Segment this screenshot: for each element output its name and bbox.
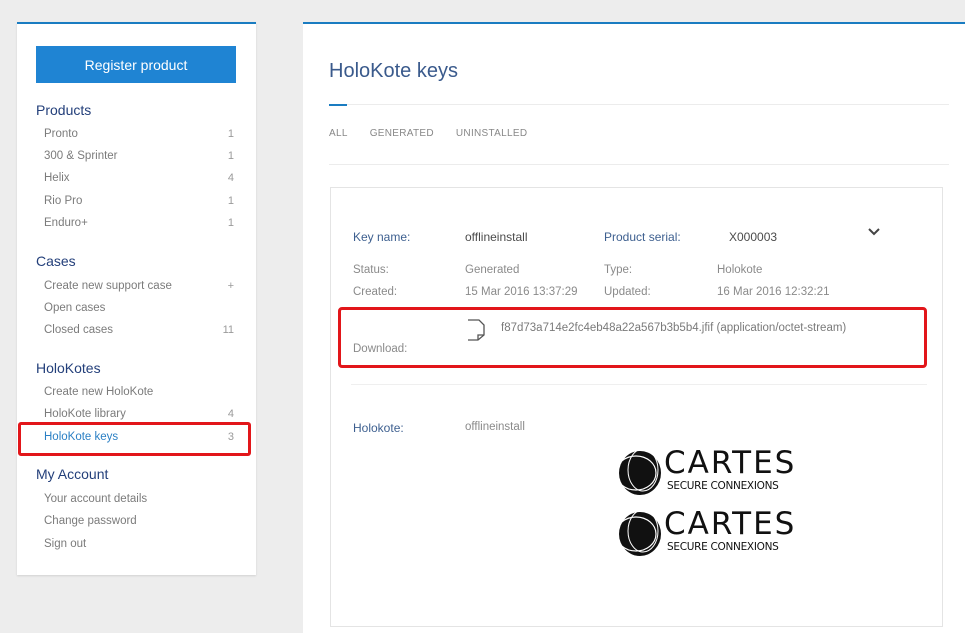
tab-uninstalled[interactable]: UNINSTALLED [456,128,527,139]
sidebar-item-label: Create new HoloKote [44,386,154,398]
sidebar-item-change-password[interactable]: Change password [44,511,234,531]
holokote-value: offlineinstall [465,421,525,433]
cartes-tagline: SECURE CONNEXIONS [667,541,779,553]
sidebar-item-closed-cases[interactable]: Closed cases 11 [44,320,234,340]
product-serial-value: X000003 [729,230,778,244]
sidebar-item-create-case[interactable]: Create new support case + [44,276,234,296]
item-count: 11 [222,324,234,336]
holokotes-heading: HoloKotes [36,360,101,376]
cartes-tagline: SECURE CONNEXIONS [667,480,779,492]
type-value: Holokote [717,264,763,276]
sidebar-item-300-sprinter[interactable]: 300 & Sprinter 1 [44,146,234,166]
tab-generated[interactable]: GENERATED [370,128,434,139]
item-count: 1 [227,150,234,162]
status-label: Status: [353,264,389,276]
cartes-logo: CARTES SECURE CONNEXIONS [617,446,807,498]
cases-heading: Cases [36,253,76,269]
sidebar: Register product Products Pronto 1 300 &… [17,22,256,575]
main-panel: HoloKote keys ALL GENERATED UNINSTALLED … [303,22,965,633]
sidebar-item-label: Open cases [44,302,106,314]
chevron-down-icon[interactable] [867,226,881,238]
add-icon: + [227,280,234,292]
sidebar-item-holokote-library[interactable]: HoloKote library 4 [44,404,234,424]
cartes-brand-text: CARTES [664,506,797,542]
item-count: 1 [227,128,234,140]
sidebar-item-label: Create new support case [44,280,172,292]
created-value: 15 Mar 2016 13:37:29 [465,286,578,298]
filter-tabs: ALL GENERATED UNINSTALLED [329,128,549,139]
sidebar-item-enduro[interactable]: Enduro+ 1 [44,213,234,233]
item-count: 1 [227,195,234,207]
item-count: 4 [227,172,234,184]
created-label: Created: [353,286,398,298]
key-name-label: Key name: [353,230,411,244]
sidebar-item-open-cases[interactable]: Open cases [44,298,234,318]
tab-all[interactable]: ALL [329,128,348,139]
divider [329,104,949,105]
register-product-button[interactable]: Register product [36,46,236,83]
sidebar-item-label: Sign out [44,538,87,550]
sidebar-item-label: Your account details [44,493,148,505]
sidebar-item-account-details[interactable]: Your account details [44,489,234,509]
updated-label: Updated: [604,286,651,298]
status-value: Generated [465,264,520,276]
item-count: 4 [227,408,234,420]
updated-value: 16 Mar 2016 12:32:21 [717,286,830,298]
type-label: Type: [604,264,633,276]
cartes-logo: CARTES SECURE CONNEXIONS [617,507,807,559]
highlight-box-download [338,307,927,368]
divider [329,164,949,165]
key-name-value: offlineinstall [465,230,528,244]
sidebar-item-label: 300 & Sprinter [44,150,118,162]
product-serial-label: Product serial: [604,230,681,244]
sidebar-item-label: Rio Pro [44,195,83,207]
download-file-link[interactable]: f87d73a714e2fc4eb48a22a567b3b5b4.jfif (a… [501,322,846,334]
sidebar-item-pronto[interactable]: Pronto 1 [44,124,234,144]
products-heading: Products [36,102,92,118]
holokote-label: Holokote: [353,421,404,435]
title-underline [329,104,347,106]
download-label: Download: [353,343,408,355]
sidebar-item-create-holokote[interactable]: Create new HoloKote [44,382,234,402]
sidebar-item-label: Change password [44,515,137,527]
item-count: 1 [227,217,234,229]
sidebar-item-rio-pro[interactable]: Rio Pro 1 [44,191,234,211]
highlight-box-holokote-keys [18,422,251,456]
page-title: HoloKote keys [329,60,458,82]
sidebar-item-label: Closed cases [44,324,114,336]
sidebar-item-label: Helix [44,172,70,184]
file-icon [468,319,485,341]
key-card: Key name: offlineinstall Product serial:… [330,187,943,627]
cartes-logo-icon [617,448,661,495]
sidebar-item-label: HoloKote library [44,408,126,420]
sidebar-item-helix[interactable]: Helix 4 [44,168,234,188]
cartes-logo-icon [617,509,661,556]
sidebar-item-label: Enduro+ [44,217,88,229]
my-account-heading: My Account [36,466,109,482]
cartes-brand-text: CARTES [664,445,797,481]
sidebar-item-label: Pronto [44,128,78,140]
sidebar-item-sign-out[interactable]: Sign out [44,534,234,554]
divider [351,384,927,385]
